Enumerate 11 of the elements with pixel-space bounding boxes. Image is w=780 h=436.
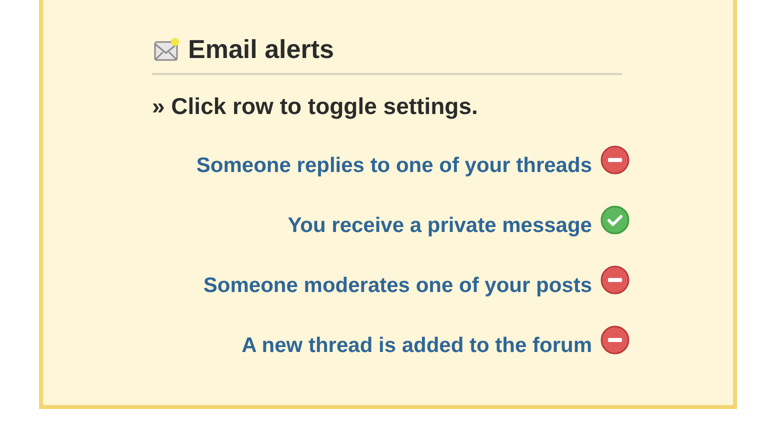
envelope-icon xyxy=(152,36,180,64)
check-icon[interactable] xyxy=(600,205,630,235)
alert-setting-label[interactable]: You receive a private message xyxy=(288,214,592,238)
alert-setting-label[interactable]: Someone moderates one of your posts xyxy=(203,274,592,298)
alert-setting-label[interactable]: Someone replies to one of your threads xyxy=(196,154,592,178)
minus-icon[interactable] xyxy=(600,145,630,175)
minus-icon[interactable] xyxy=(600,265,630,295)
instruction-text: » Click row to toggle settings. xyxy=(152,93,479,120)
minus-icon[interactable] xyxy=(600,325,630,355)
section-title: Email alerts xyxy=(188,34,334,65)
alert-setting-label[interactable]: A new thread is added to the forum xyxy=(242,334,592,358)
